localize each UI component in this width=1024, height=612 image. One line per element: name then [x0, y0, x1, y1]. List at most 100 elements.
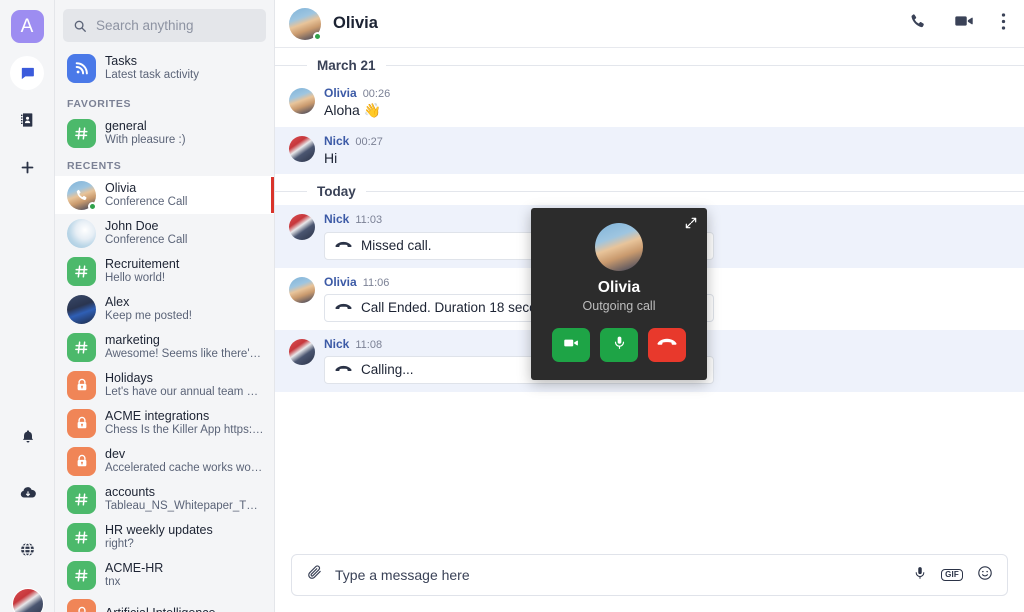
video-camera-icon[interactable] — [953, 10, 975, 37]
sidebar-item-title: Recruitement — [105, 256, 180, 271]
main-panel: Olivia March 21 Olivia 00:26 Aloha 👋 Nic… — [275, 0, 1024, 612]
message-avatar — [289, 276, 315, 303]
message-author: Olivia — [324, 86, 357, 100]
sidebar-item-subtitle: Awesome! Seems like there's … — [105, 347, 264, 360]
sidebar-list[interactable]: Tasks Latest task activity FAVORITES gene… — [55, 48, 274, 612]
sidebar-item-title: accounts — [105, 484, 156, 499]
sidebar-item-title: marketing — [105, 332, 160, 347]
call-event-text: Calling... — [361, 362, 414, 378]
sidebar-item-title: dev — [105, 446, 126, 461]
call-dialog[interactable]: Olivia Outgoing call — [531, 208, 707, 380]
gif-icon[interactable]: GIF — [941, 569, 963, 581]
sidebar-item-title: Artificial Intelligence — [105, 606, 264, 612]
sidebar-item-subtitle: Hello world! — [105, 271, 166, 284]
sidebar-item-title: John Doe — [105, 218, 159, 233]
sidebar-item-john-doe[interactable]: John Doe Conference Call — [55, 214, 274, 252]
rail-item-help[interactable] — [11, 532, 45, 566]
toggle-video-button[interactable] — [552, 328, 590, 362]
call-dialog-name: Olivia — [597, 279, 641, 296]
globe-icon — [19, 541, 36, 558]
sidebar-item-alex[interactable]: Alex Keep me posted! — [55, 290, 274, 328]
sidebar-item-recruitement[interactable]: Recruitement Hello world! — [55, 252, 274, 290]
sidebar-item-holidays[interactable]: Holidays Let's have our annual team m… — [55, 366, 274, 404]
rail-item-notifications[interactable] — [11, 420, 45, 454]
more-vertical-icon[interactable] — [1001, 12, 1006, 36]
sidebar-item-subtitle: right? — [105, 537, 134, 550]
sidebar-item-title: HR weekly updates — [105, 522, 213, 537]
sidebar-sections: FAVORITES general With pleasure :) RECENTS O… — [55, 90, 274, 612]
phone-icon[interactable] — [908, 12, 927, 36]
day-separator: Today — [275, 174, 1024, 205]
chat-bubble-icon — [19, 65, 36, 82]
sidebar-item-subtitle: Chess Is the Killer App https:/… — [105, 423, 264, 436]
message-author: Olivia — [324, 274, 357, 289]
rail-item-chat[interactable] — [10, 56, 44, 90]
plus-icon — [19, 159, 36, 176]
hangup-phone-icon — [657, 336, 677, 354]
chat-header: Olivia — [275, 0, 1024, 48]
app-logo[interactable]: A — [10, 10, 44, 43]
sidebar-item-subtitle: Tableau_NS_Whitepaper_The_… — [105, 499, 264, 512]
microphone-icon[interactable] — [913, 565, 927, 586]
hash-icon — [67, 332, 96, 362]
lock-icon — [67, 408, 96, 438]
hash-icon — [67, 118, 96, 148]
video-camera-icon — [562, 334, 580, 357]
message-input-placeholder: Type a message here — [335, 567, 470, 583]
expand-arrows-icon[interactable] — [684, 216, 698, 235]
separator-line — [365, 191, 1024, 193]
separator-line — [275, 65, 307, 66]
sidebar-item-title: Olivia — [105, 180, 137, 195]
message-input-bar[interactable]: Type a message here GIF — [291, 554, 1008, 596]
rail-item-add[interactable] — [10, 150, 44, 184]
hash-icon — [67, 560, 96, 590]
lock-icon — [67, 446, 96, 476]
sidebar-item-general[interactable]: general With pleasure :) — [55, 114, 274, 152]
sidebar-item-dev[interactable]: dev Accelerated cache works won… — [55, 442, 274, 480]
sidebar-item-subtitle: With pleasure :) — [105, 133, 186, 146]
message-author: Nick — [324, 336, 350, 351]
message-time: 11:03 — [355, 214, 383, 227]
rail-bottom-group — [0, 420, 55, 612]
hang-up-button[interactable] — [648, 328, 686, 362]
sidebar-item-hr-weekly-updates[interactable]: HR weekly updates right? — [55, 518, 274, 556]
emoji-smiley-icon[interactable] — [977, 565, 993, 586]
sidebar-item-subtitle: Latest task activity — [105, 69, 199, 82]
contact-avatar — [67, 180, 97, 211]
rail-item-downloads[interactable] — [11, 476, 45, 510]
search-input[interactable]: Search anything — [63, 9, 266, 42]
composer-icons: GIF — [913, 565, 993, 586]
contact-avatar — [67, 294, 96, 324]
sidebar-item-acme-hr[interactable]: ACME-HR tnx — [55, 556, 274, 594]
call-dialog-avatar — [595, 223, 643, 271]
sidebar-item-marketing[interactable]: marketing Awesome! Seems like there's … — [55, 328, 274, 366]
message-avatar — [289, 338, 315, 365]
chat-header-actions — [908, 10, 1006, 37]
sidebar-item-subtitle: Accelerated cache works won… — [105, 461, 264, 474]
sidebar-item-subtitle: Keep me posted! — [105, 309, 192, 322]
day-label: March 21 — [317, 58, 376, 73]
message-row[interactable]: Nick 00:27 Hi — [275, 127, 1024, 175]
message-time: 11:08 — [355, 338, 383, 351]
lock-icon — [67, 370, 96, 400]
app-window: A Search anything Tasks Latest task acti… — [0, 0, 1024, 612]
rail-item-contacts[interactable] — [10, 103, 44, 137]
hash-icon — [67, 522, 96, 552]
call-dialog-status: Outgoing call — [582, 299, 656, 313]
contacts-book-icon — [19, 112, 35, 128]
sidebar-item-title: general — [105, 118, 147, 133]
sidebar-item-acme-integrations[interactable]: ACME integrations Chess Is the Killer App… — [55, 404, 274, 442]
chat-header-avatar[interactable] — [289, 7, 322, 41]
message-row[interactable]: Olivia 00:26 Aloha 👋 — [275, 79, 1024, 127]
toggle-mic-button[interactable] — [600, 328, 638, 362]
paperclip-icon[interactable] — [306, 564, 323, 586]
sidebar-item-title: Alex — [105, 294, 130, 309]
sidebar-item-artificial-intelligence[interactable]: Artificial Intelligence — [55, 594, 274, 612]
microphone-icon — [612, 334, 627, 356]
sidebar-item-accounts[interactable]: accounts Tableau_NS_Whitepaper_The_… — [55, 480, 274, 518]
message-author: Nick — [324, 134, 350, 149]
sidebar-item-olivia[interactable]: Olivia Conference Call — [55, 176, 274, 214]
user-avatar[interactable] — [11, 588, 44, 612]
sidebar-item-tasks[interactable]: Tasks Latest task activity — [55, 48, 274, 90]
message-time: 11:06 — [362, 276, 390, 289]
